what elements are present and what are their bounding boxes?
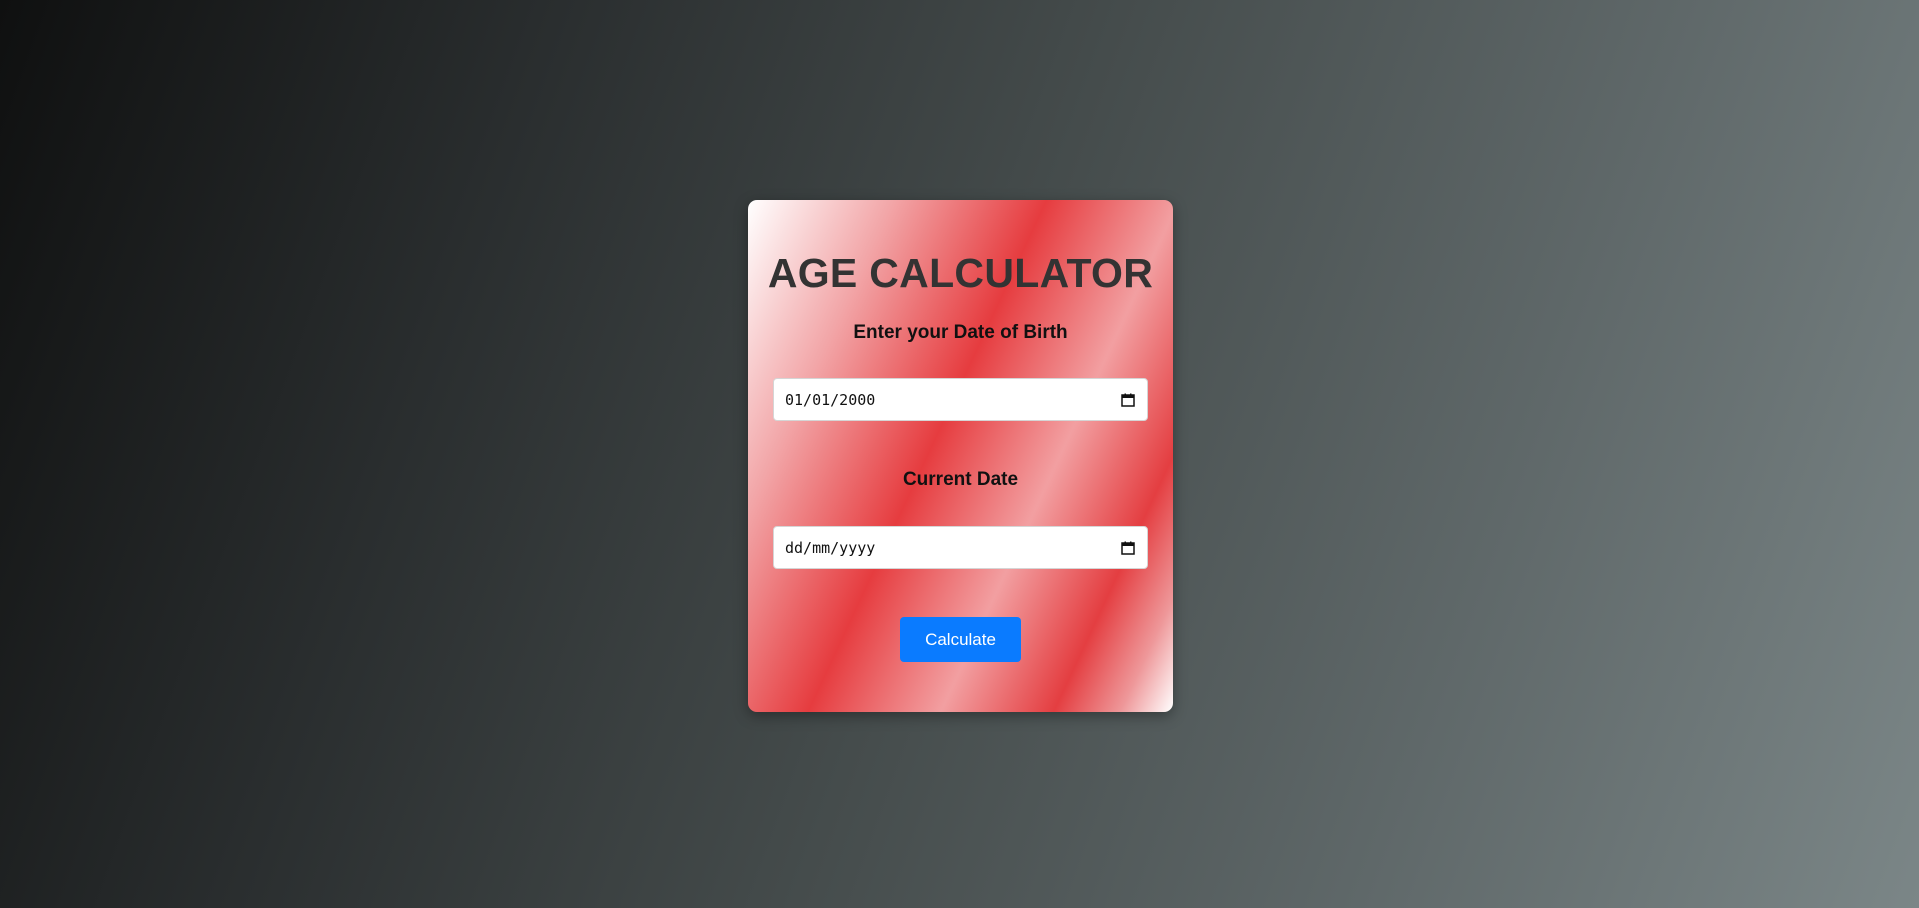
- current-date-label: Current Date: [902, 469, 1019, 490]
- page-title: AGE CALCULATOR: [767, 250, 1154, 296]
- current-date-placeholder: dd/mm/yyyy: [785, 538, 876, 557]
- dob-date-value: 01/01/2000: [785, 390, 876, 409]
- calendar-icon[interactable]: [1121, 541, 1135, 555]
- current-date-input[interactable]: dd/mm/yyyy: [773, 526, 1148, 569]
- calendar-icon[interactable]: [1121, 393, 1135, 407]
- dob-label: Enter your Date of Birth: [853, 322, 1068, 343]
- age-calculator-card: AGE CALCULATOR Enter your Date of Birth …: [748, 200, 1173, 712]
- dob-date-input[interactable]: 01/01/2000: [773, 378, 1148, 421]
- calculate-button[interactable]: Calculate: [900, 617, 1021, 662]
